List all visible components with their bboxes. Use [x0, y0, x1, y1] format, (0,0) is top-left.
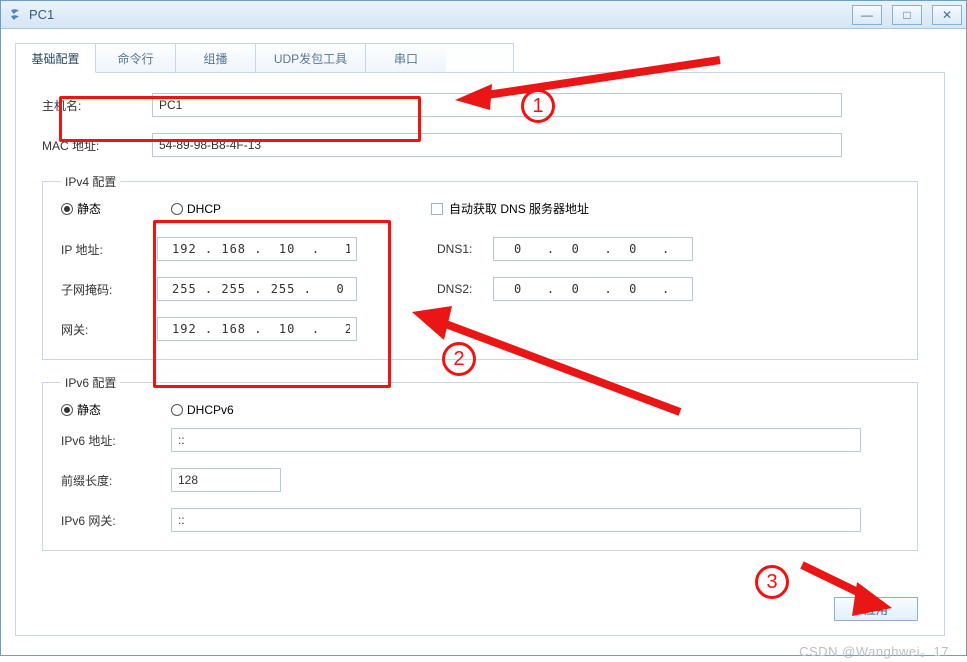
ipv4-left-col: IP 地址: 子网掩码: 网关: [61, 227, 357, 345]
radio-dot-icon [61, 404, 73, 416]
radio-label: DHCPv6 [187, 403, 234, 417]
maximize-button[interactable]: □ [892, 5, 922, 25]
dns2-input[interactable] [493, 277, 693, 301]
radio-label: DHCP [187, 202, 221, 216]
radio-ipv6-dhcpv6[interactable]: DHCPv6 [171, 403, 234, 417]
tab-label: UDP发包工具 [274, 50, 347, 67]
row-ip: IP 地址: [61, 237, 357, 261]
ipv6-prefix-label: 前缀长度: [61, 472, 171, 489]
titlebar: PC1 — □ ✕ [1, 1, 966, 29]
mask-input[interactable] [157, 277, 357, 301]
ipv6-gw-input[interactable] [171, 508, 861, 532]
ipv6-mode-row: 静态 DHCPv6 [61, 401, 899, 418]
apply-button[interactable]: 应用 [834, 597, 918, 621]
tab-cli[interactable]: 命令行 [96, 44, 176, 73]
ipv6-group: IPv6 配置 静态 DHCPv6 IPv6 地址: 前缀长 [42, 374, 918, 551]
tab-label: 基础配置 [31, 50, 79, 67]
tab-label: 组播 [203, 50, 227, 67]
ipv6-addr-label: IPv6 地址: [61, 432, 171, 449]
gateway-input[interactable] [157, 317, 357, 341]
row-mac: MAC 地址: [42, 133, 918, 157]
row-ipv6-addr: IPv6 地址: [61, 428, 899, 452]
row-dns2: DNS2: [437, 277, 693, 301]
dns1-label: DNS1: [437, 242, 493, 256]
ipv4-columns: IP 地址: 子网掩码: 网关: [61, 227, 899, 345]
gateway-label: 网关: [61, 321, 157, 338]
dns2-label: DNS2: [437, 282, 493, 296]
hostname-input[interactable] [152, 93, 842, 117]
ipv6-gw-label: IPv6 网关: [61, 512, 171, 529]
dns1-input[interactable] [493, 237, 693, 261]
checkbox-label: 自动获取 DNS 服务器地址 [449, 200, 589, 217]
tab-multicast[interactable]: 组播 [176, 44, 256, 73]
radio-label: 静态 [77, 401, 101, 418]
window-controls: — □ ✕ [852, 5, 962, 25]
minimize-button[interactable]: — [852, 5, 882, 25]
radio-label: 静态 [77, 200, 101, 217]
radio-dot-icon [171, 404, 183, 416]
row-mask: 子网掩码: [61, 277, 357, 301]
ipv6-prefix-input[interactable] [171, 468, 281, 492]
tab-basic-config[interactable]: 基础配置 [16, 44, 96, 73]
config-panel: 主机名: MAC 地址: IPv4 配置 静态 DHCP [15, 72, 945, 636]
mask-label: 子网掩码: [61, 281, 157, 298]
mac-label: MAC 地址: [42, 137, 152, 154]
tab-udp-tool[interactable]: UDP发包工具 [256, 44, 366, 73]
radio-ipv4-dhcp[interactable]: DHCP [171, 202, 221, 216]
window-title: PC1 [29, 7, 54, 22]
tab-label: 命令行 [117, 50, 153, 67]
ipv4-legend: IPv4 配置 [61, 173, 120, 190]
ip-input[interactable] [157, 237, 357, 261]
auto-dns-checkbox[interactable]: 自动获取 DNS 服务器地址 [431, 200, 589, 217]
mac-input[interactable] [152, 133, 842, 157]
apply-label: 应用 [864, 601, 888, 618]
ipv6-addr-input[interactable] [171, 428, 861, 452]
ipv4-mode-row: 静态 DHCP 自动获取 DNS 服务器地址 [61, 200, 899, 217]
ip-label: IP 地址: [61, 241, 157, 258]
radio-dot-icon [61, 203, 73, 215]
ipv6-legend: IPv6 配置 [61, 374, 120, 391]
radio-ipv6-static[interactable]: 静态 [61, 401, 101, 418]
client-area: 基础配置 命令行 组播 UDP发包工具 串口 主机名: MAC 地址: IPv4… [1, 29, 966, 650]
ipv4-group: IPv4 配置 静态 DHCP 自动获取 DNS 服务器地址 [42, 173, 918, 360]
tab-strip: 基础配置 命令行 组播 UDP发包工具 串口 [15, 43, 514, 73]
row-ipv6-prefix: 前缀长度: [61, 468, 899, 492]
radio-ipv4-static[interactable]: 静态 [61, 200, 101, 217]
row-dns1: DNS1: [437, 237, 693, 261]
row-ipv6-gw: IPv6 网关: [61, 508, 899, 532]
radio-dot-icon [171, 203, 183, 215]
watermark: CSDN @Wanghwei。17 [799, 641, 949, 660]
tab-serial[interactable]: 串口 [366, 44, 446, 73]
ipv4-right-col: DNS1: DNS2: [437, 227, 693, 345]
row-hostname: 主机名: [42, 93, 918, 117]
checkbox-icon [431, 203, 443, 215]
hostname-label: 主机名: [42, 97, 152, 114]
tab-label: 串口 [394, 50, 418, 67]
main-window: PC1 — □ ✕ 基础配置 命令行 组播 UDP发包工具 串口 主机名: MA… [0, 0, 967, 656]
row-gateway: 网关: [61, 317, 357, 341]
app-icon [7, 7, 23, 23]
close-button[interactable]: ✕ [932, 5, 962, 25]
